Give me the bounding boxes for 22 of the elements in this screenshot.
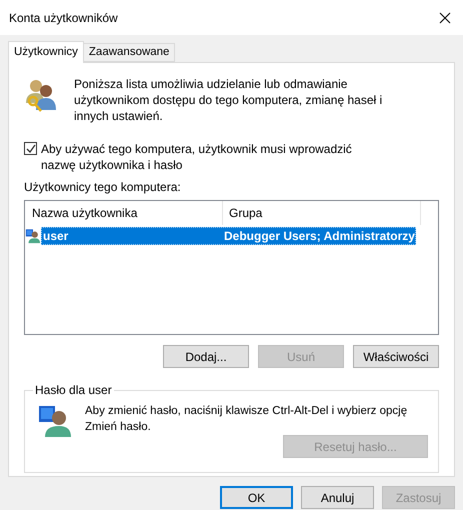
user-icon bbox=[25, 228, 41, 244]
column-header[interactable]: Nazwa użytkownika bbox=[25, 201, 223, 225]
button[interactable]: Właściwości bbox=[353, 345, 439, 368]
tab[interactable]: Zaawansowane bbox=[82, 43, 176, 62]
button[interactable]: Anuluj bbox=[301, 486, 374, 509]
intro-text: Poniższa lista umożliwia udzielanie lub odmawianie użytkownikom dostępu do tego komputera, zmianę haseł i innych ustawień. bbox=[74, 76, 384, 124]
tab[interactable]: Użytkownicy bbox=[8, 41, 84, 63]
column-header[interactable]: Grupa bbox=[223, 201, 421, 225]
list-row[interactable]: user Debugger Users; Administratorzy bbox=[41, 227, 416, 245]
users-label: Użytkownicy tego komputera: bbox=[24, 180, 182, 194]
button[interactable]: Dodaj... bbox=[163, 345, 249, 368]
table-cell-text: user bbox=[42, 228, 70, 245]
users-key-icon bbox=[24, 77, 58, 113]
user-monitor-icon bbox=[37, 403, 73, 439]
checkbox[interactable] bbox=[24, 142, 37, 155]
checkbox-label: Aby używać tego komputera, użytkownik musi wprowadzić nazwę użytkownika i hasło bbox=[41, 141, 353, 173]
table-cell-text: Debugger Users; Administratorzy bbox=[223, 228, 415, 245]
button[interactable]: OK bbox=[220, 486, 293, 509]
close-icon[interactable] bbox=[439, 12, 451, 24]
window-title: Konta użytkowników bbox=[9, 10, 118, 26]
password-text: Aby zmienić hasło, naciśnij klawisze Ctrl-Alt-Del i wybierz opcję Zmień hasło. bbox=[85, 404, 408, 435]
group-title: Hasło dla user bbox=[34, 382, 113, 399]
